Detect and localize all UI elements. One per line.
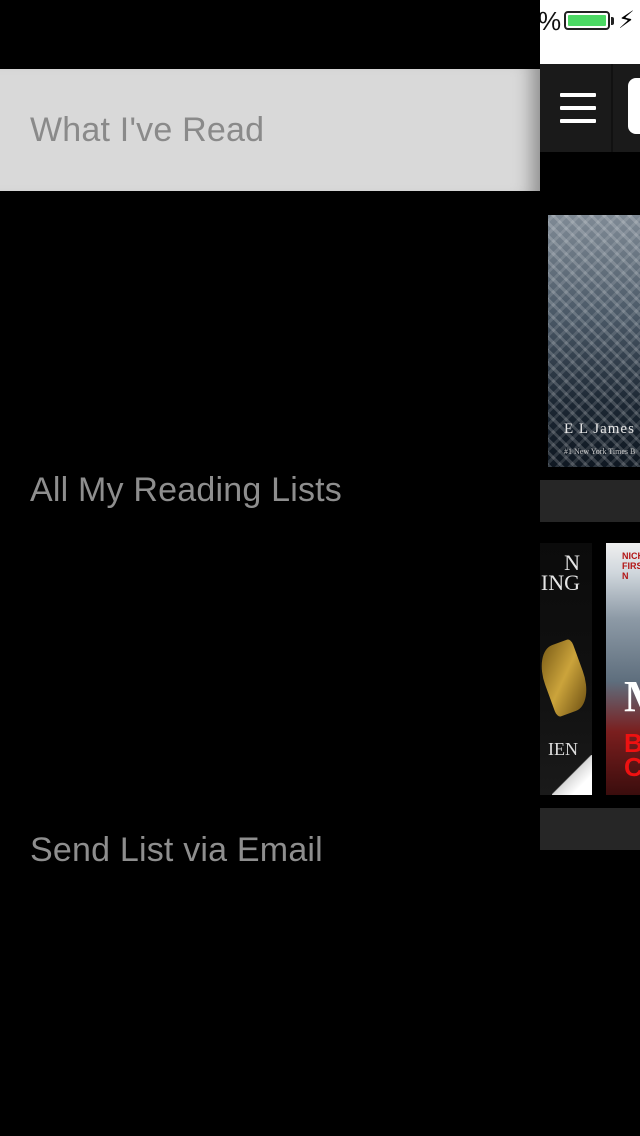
battery-percent: %: [540, 6, 562, 36]
side-drawer-menu: What I've Read All My Reading Lists Send…: [0, 0, 540, 1136]
nav-divider: [611, 64, 613, 152]
drawer-item-what-ive-read[interactable]: What I've Read: [0, 69, 540, 191]
drawer-item-label: What I've Read: [30, 110, 265, 149]
drawer-item-label: Send List via Email: [30, 830, 323, 869]
book-header-fragment: NICH FIRST N: [622, 551, 640, 581]
book-tagline: #1 New York Times B: [564, 447, 636, 456]
page-curl-icon: [552, 755, 592, 795]
hamburger-icon[interactable]: [560, 93, 596, 123]
book-cover[interactable]: E L James #1 New York Times B: [548, 215, 640, 467]
book-cover[interactable]: N ING IEN: [540, 543, 592, 795]
book-cover[interactable]: NICH FIRST N M B C: [606, 543, 640, 795]
book-title-fragment: B C: [624, 728, 640, 782]
battery-icon: [564, 11, 610, 30]
battery-level: [568, 15, 606, 26]
drawer-item-all-my-reading-lists[interactable]: All My Reading Lists: [0, 429, 540, 551]
screen: What I've Read All My Reading Lists Send…: [0, 0, 640, 1136]
book-title-fragment: N ING: [540, 550, 580, 595]
shelf-divider: [540, 480, 640, 522]
book-author: E L James: [564, 421, 635, 437]
shelf-divider: [540, 808, 640, 850]
drawer-item-label: All My Reading Lists: [30, 470, 343, 509]
main-content-peek: % ⚡ E L James #1 New York Times B N ING …: [540, 0, 640, 1136]
status-bar: % ⚡: [540, 0, 640, 64]
nav-bar: [540, 64, 640, 152]
battery-tip: [611, 17, 614, 25]
drawer-item-send-list-via-email[interactable]: Send List via Email: [0, 789, 540, 911]
feather-illustration: [540, 638, 592, 718]
book-title-letter: M: [624, 671, 640, 722]
search-field[interactable]: [628, 78, 640, 134]
bolt-icon: ⚡: [618, 7, 635, 34]
